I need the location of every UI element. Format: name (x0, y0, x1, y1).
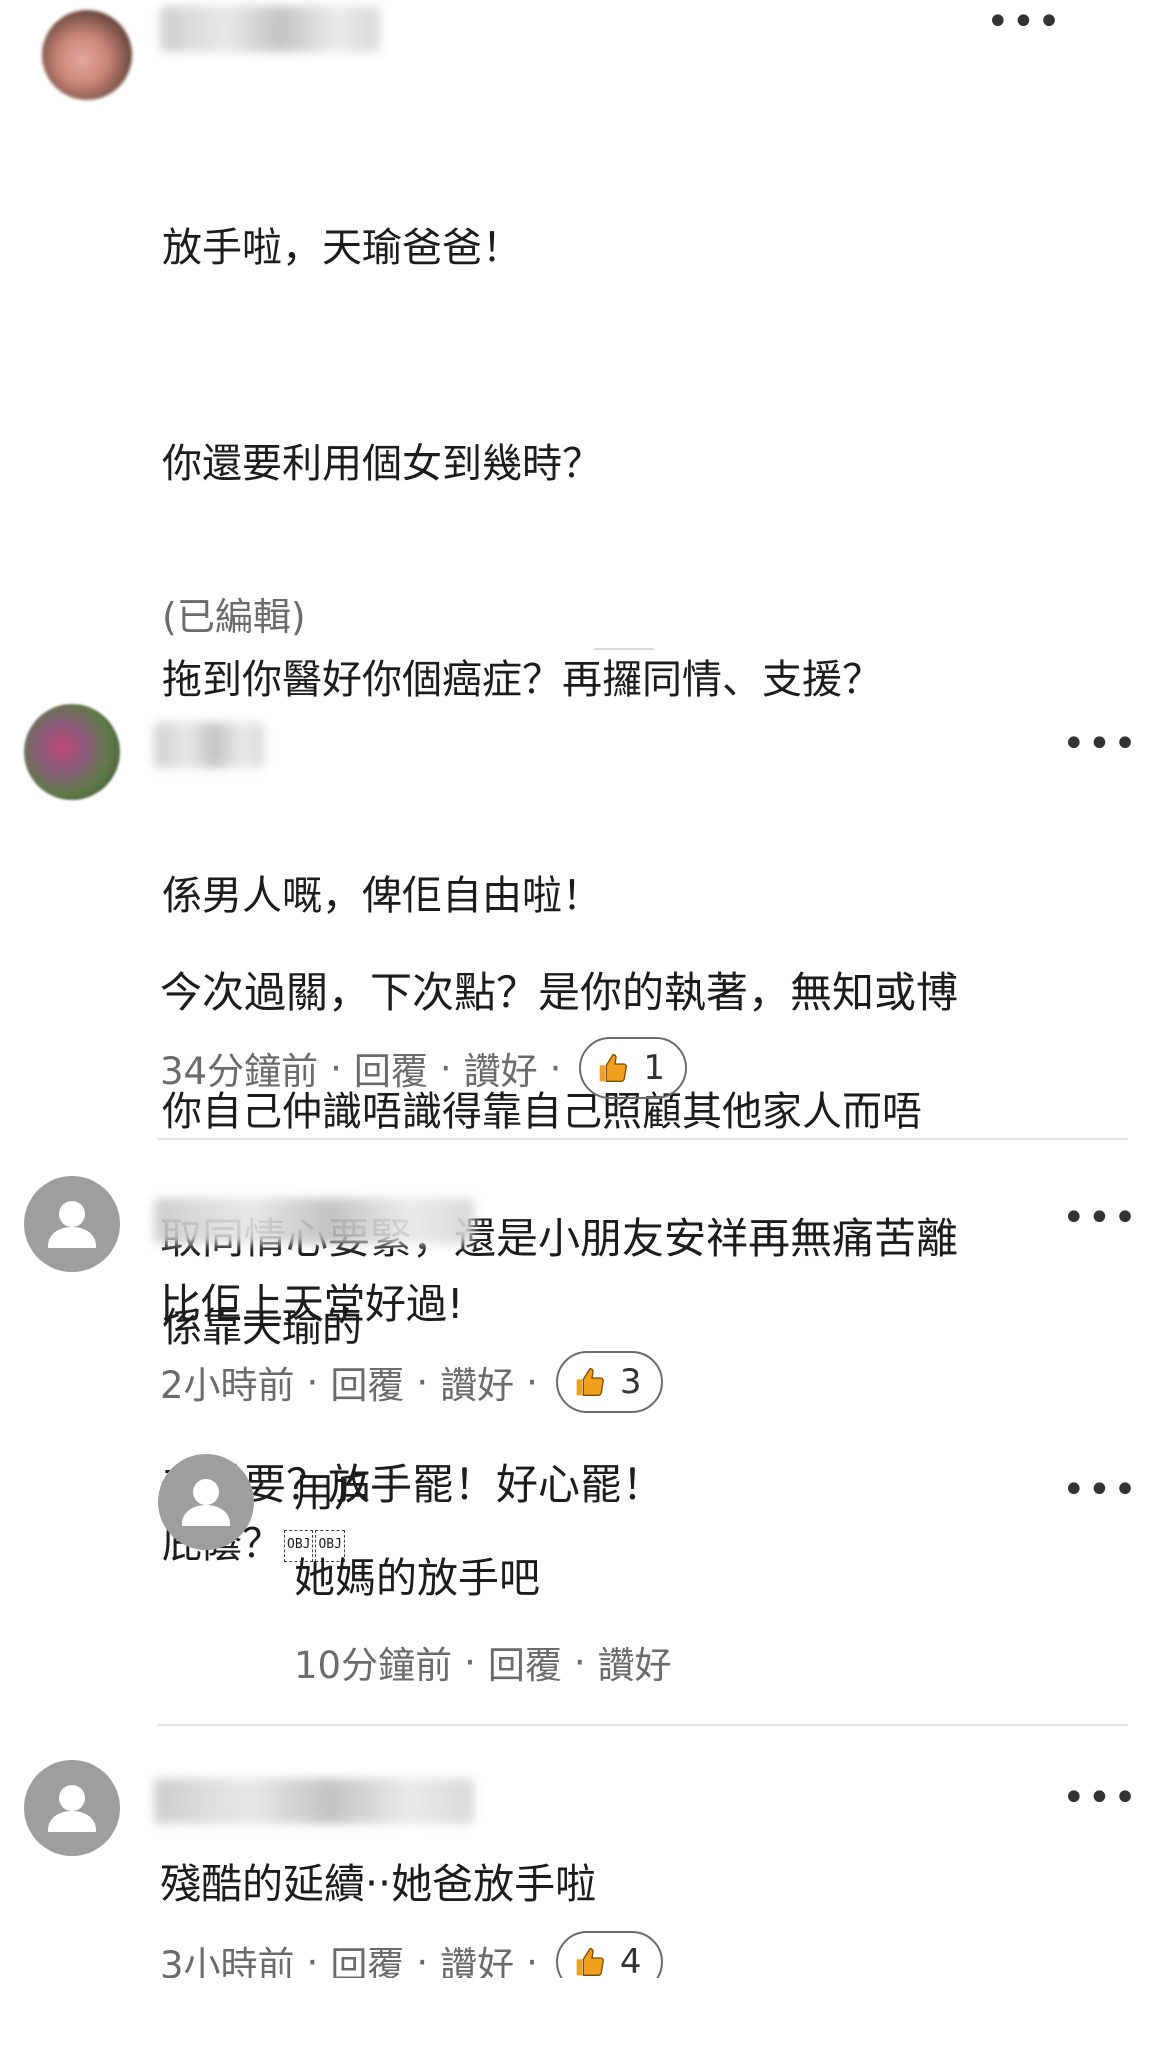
divider (158, 1724, 1128, 1726)
more-options-icon[interactable]: ••• (1062, 724, 1139, 764)
comment-meta: 34分鐘前 · 回覆 · 讚好 · 1 (160, 1037, 688, 1099)
like-button[interactable]: 讚好 (598, 1635, 672, 1689)
reply-meta: 10分鐘前 · 回覆 · 讚好 (294, 1632, 672, 1692)
avatar[interactable] (24, 704, 120, 800)
reply-button[interactable]: 回覆 (488, 1635, 562, 1689)
username-redacted[interactable] (154, 722, 264, 768)
separator: · (526, 1940, 538, 1979)
person-icon (48, 1201, 96, 1248)
comment-meta: 3小時前 · 回覆 · 讚好 · 4 (160, 1931, 664, 1979)
like-count: 1 (643, 1048, 666, 1088)
separator: · (416, 1360, 429, 1404)
thumbs-up-icon (574, 1946, 606, 1978)
comment-line: 今次過關，下次點？是你的執著，無知或博 (160, 968, 959, 1017)
more-options-icon[interactable]: ••• (1062, 1470, 1139, 1510)
separator: · (416, 1940, 429, 1979)
like-count: 4 (619, 1942, 642, 1978)
avatar[interactable] (24, 1760, 120, 1856)
edited-label: (已編輯) (162, 595, 306, 639)
comment-text: 比佢上天堂好過! (160, 1280, 464, 1328)
username-redacted[interactable] (154, 1778, 474, 1824)
comment-line: 拖到你醫好你個癌症？再攞同情、支援？ (162, 657, 882, 703)
avatar[interactable] (42, 10, 132, 100)
divider (158, 1138, 1128, 1140)
like-count-badge[interactable]: 1 (579, 1037, 688, 1099)
username-redacted[interactable] (160, 6, 380, 52)
like-button[interactable]: 讚好 (440, 1935, 514, 1978)
reply-button[interactable]: 回覆 (354, 1041, 428, 1095)
comment-line: 你還要利用個女到幾時？ (162, 441, 602, 487)
more-options-icon[interactable]: ••• (1062, 1198, 1139, 1238)
separator: · (330, 1046, 342, 1090)
separator: · (573, 1640, 586, 1684)
divider (594, 648, 654, 650)
like-count: 3 (619, 1362, 642, 1402)
comment-meta: 2小時前 · 回覆 · 讚好 · 3 (160, 1351, 664, 1413)
separator: · (306, 1940, 319, 1979)
separator: · (464, 1640, 476, 1684)
person-icon (48, 1785, 96, 1832)
username-redacted[interactable] (154, 1198, 474, 1244)
more-options-icon[interactable]: ••• (1062, 1778, 1139, 1818)
thumbs-up-icon (597, 1052, 629, 1084)
timestamp: 10分鐘前 (294, 1644, 453, 1687)
timestamp: 3小時前 (160, 1944, 295, 1978)
timestamp: 2小時前 (160, 1364, 295, 1407)
reply-button[interactable]: 回覆 (330, 1935, 404, 1978)
comment-line: 放手啦，天瑜爸爸！ (162, 225, 522, 271)
separator: · (439, 1046, 452, 1090)
avatar[interactable] (158, 1454, 254, 1550)
timestamp: 34分鐘前 (160, 1050, 319, 1093)
like-count-badge[interactable]: 4 (555, 1931, 664, 1978)
more-options-icon[interactable]: ••• (986, 2, 1063, 42)
comment-text: 殘酷的延續‧‧她爸放手啦 (160, 1860, 597, 1908)
thumbs-up-icon (574, 1366, 606, 1398)
like-button[interactable]: 讚好 (464, 1041, 538, 1095)
like-button[interactable]: 讚好 (440, 1355, 514, 1409)
avatar[interactable] (24, 1176, 120, 1272)
reply-username[interactable]: 用戶 (294, 1460, 374, 1518)
separator: · (306, 1360, 319, 1404)
comment-line: 去重要？放手罷！好心罷！ (160, 1460, 665, 1509)
person-icon (182, 1479, 230, 1526)
like-count-badge[interactable]: 3 (555, 1351, 664, 1413)
separator: · (549, 1046, 562, 1090)
comments-list: ••• 放手啦，天瑜爸爸！ 你還要利用個女到幾時？ 拖到你醫好你個癌症？再攞同情… (0, 0, 1152, 1978)
separator: · (526, 1360, 538, 1404)
reply-text: 她媽的放手吧 (294, 1554, 540, 1602)
reply-button[interactable]: 回覆 (330, 1355, 404, 1409)
